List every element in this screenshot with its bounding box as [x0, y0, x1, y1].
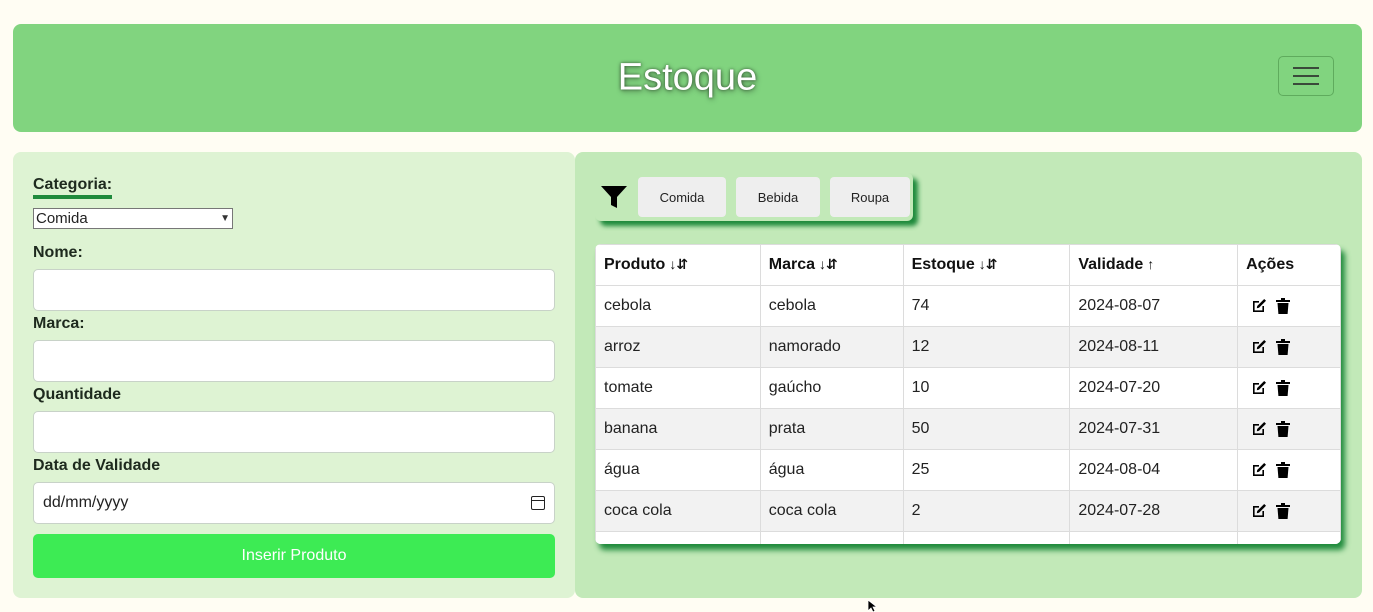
cell-validade: 2024-07-20	[1069, 367, 1239, 409]
cell-validade: 2024-08-04	[1069, 449, 1239, 491]
mouse-cursor-icon	[868, 600, 878, 612]
cell-produto: tomate	[595, 367, 761, 409]
cell-marca: coca cola	[759, 490, 904, 532]
cell-actions	[1237, 326, 1341, 368]
cell-estoque: 50	[902, 408, 1071, 450]
cell-validade: 2024-08-07	[1069, 285, 1239, 327]
quantity-input[interactable]	[33, 411, 555, 453]
sort-icon: ↓⇵	[819, 256, 838, 272]
hamburger-icon-bar	[1293, 83, 1319, 85]
insert-product-button[interactable]: Inserir Produto	[33, 534, 555, 578]
product-form: Categoria: Comida ▼ Nome: Marca: Quantid…	[13, 152, 575, 598]
column-header-validade[interactable]: Validade ↑	[1069, 244, 1239, 286]
expiry-date-label: Data de Validade	[33, 457, 161, 474]
cell-actions	[1237, 367, 1341, 409]
filter-icon[interactable]	[600, 185, 628, 209]
category-label: Categoria:	[33, 176, 113, 199]
chevron-down-icon: ▼	[220, 213, 230, 224]
cell-validade: 2024-07-28	[1069, 490, 1239, 532]
column-header-marca[interactable]: Marca ↓⇵	[759, 244, 904, 286]
sort-arrow-up-icon: ↑	[1147, 256, 1155, 272]
cell-marca: água	[759, 449, 904, 491]
cell-estoque: 12	[902, 326, 1071, 368]
table-row: coca cola coca cola 2 2024-07-28	[595, 490, 1341, 532]
cell-estoque: 25	[902, 449, 1071, 491]
name-input[interactable]	[33, 269, 555, 311]
table-row: banana prata 50 2024-07-31	[595, 408, 1341, 450]
edit-icon[interactable]	[1251, 421, 1267, 437]
edit-icon[interactable]	[1251, 339, 1267, 355]
page-header: Estoque	[13, 24, 1362, 132]
cell-empty	[1237, 531, 1341, 544]
cell-produto: banana	[595, 408, 761, 450]
hamburger-icon-bar	[1293, 75, 1319, 77]
trash-icon[interactable]	[1276, 298, 1291, 314]
table-row: arroz namorado 12 2024-08-11	[595, 326, 1341, 368]
category-select-value: Comida	[36, 210, 88, 227]
edit-icon[interactable]	[1251, 503, 1267, 519]
cell-actions	[1237, 285, 1341, 327]
calendar-icon[interactable]	[531, 496, 545, 510]
stock-table: Produto ↓⇵ Marca ↓⇵ Estoque ↓⇵ Validade ↑ Aç…	[595, 244, 1341, 544]
cell-estoque: 10	[902, 367, 1071, 409]
page-title: Estoque	[617, 56, 758, 99]
expiry-date-input[interactable]: dd/mm/yyyy	[33, 482, 555, 524]
edit-icon[interactable]	[1251, 462, 1267, 478]
cell-produto: arroz	[595, 326, 761, 368]
edit-icon[interactable]	[1251, 298, 1267, 314]
quantity-label: Quantidade	[33, 386, 122, 403]
cell-actions	[1237, 449, 1341, 491]
cell-validade: 2024-07-31	[1069, 408, 1239, 450]
column-header-estoque[interactable]: Estoque ↓⇵	[902, 244, 1071, 286]
trash-icon[interactable]	[1276, 380, 1291, 396]
stock-panel: Comida Bebida Roupa Produto ↓⇵ Marca ↓⇵ Es…	[575, 152, 1362, 598]
trash-icon[interactable]	[1276, 421, 1291, 437]
trash-icon[interactable]	[1276, 462, 1291, 478]
cell-estoque: 74	[902, 285, 1071, 327]
stock-table-container[interactable]: Produto ↓⇵ Marca ↓⇵ Estoque ↓⇵ Validade ↑ Aç…	[595, 244, 1341, 544]
cell-produto: coca cola	[595, 490, 761, 532]
cell-marca: namorado	[759, 326, 904, 368]
cell-actions	[1237, 490, 1341, 532]
cell-empty	[595, 531, 761, 544]
table-row: água água 25 2024-08-04	[595, 449, 1341, 491]
category-select[interactable]: Comida ▼	[33, 208, 233, 229]
filter-button-comida[interactable]: Comida	[638, 177, 726, 217]
cell-marca: cebola	[759, 285, 904, 327]
sort-icon: ↓⇵	[669, 256, 689, 272]
cell-empty	[902, 531, 1071, 544]
table-row	[595, 531, 1341, 544]
cell-empty	[1069, 531, 1239, 544]
edit-icon[interactable]	[1251, 380, 1267, 396]
cell-empty	[759, 531, 904, 544]
cell-marca: prata	[759, 408, 904, 450]
table-row: cebola cebola 74 2024-08-07	[595, 285, 1341, 327]
trash-icon[interactable]	[1276, 503, 1291, 519]
cell-estoque: 2	[902, 490, 1071, 532]
menu-toggle-button[interactable]	[1278, 56, 1334, 96]
brand-input[interactable]	[33, 340, 555, 382]
cell-marca: gaúcho	[759, 367, 904, 409]
expiry-date-placeholder: dd/mm/yyyy	[43, 494, 129, 511]
filter-button-bebida[interactable]: Bebida	[736, 177, 820, 217]
cell-produto: água	[595, 449, 761, 491]
filter-button-roupa[interactable]: Roupa	[830, 177, 910, 217]
cell-validade: 2024-08-11	[1069, 326, 1239, 368]
cell-actions	[1237, 408, 1341, 450]
cell-produto: cebola	[595, 285, 761, 327]
brand-label: Marca:	[33, 315, 85, 332]
trash-icon[interactable]	[1276, 339, 1291, 355]
column-header-produto[interactable]: Produto ↓⇵	[595, 244, 761, 286]
table-row: tomate gaúcho 10 2024-07-20	[595, 367, 1341, 409]
column-header-acoes: Ações	[1237, 244, 1341, 286]
category-filter-bar: Comida Bebida Roupa	[595, 173, 913, 221]
name-label: Nome:	[33, 244, 83, 261]
sort-icon: ↓⇵	[978, 256, 998, 272]
hamburger-icon-bar	[1293, 67, 1319, 69]
